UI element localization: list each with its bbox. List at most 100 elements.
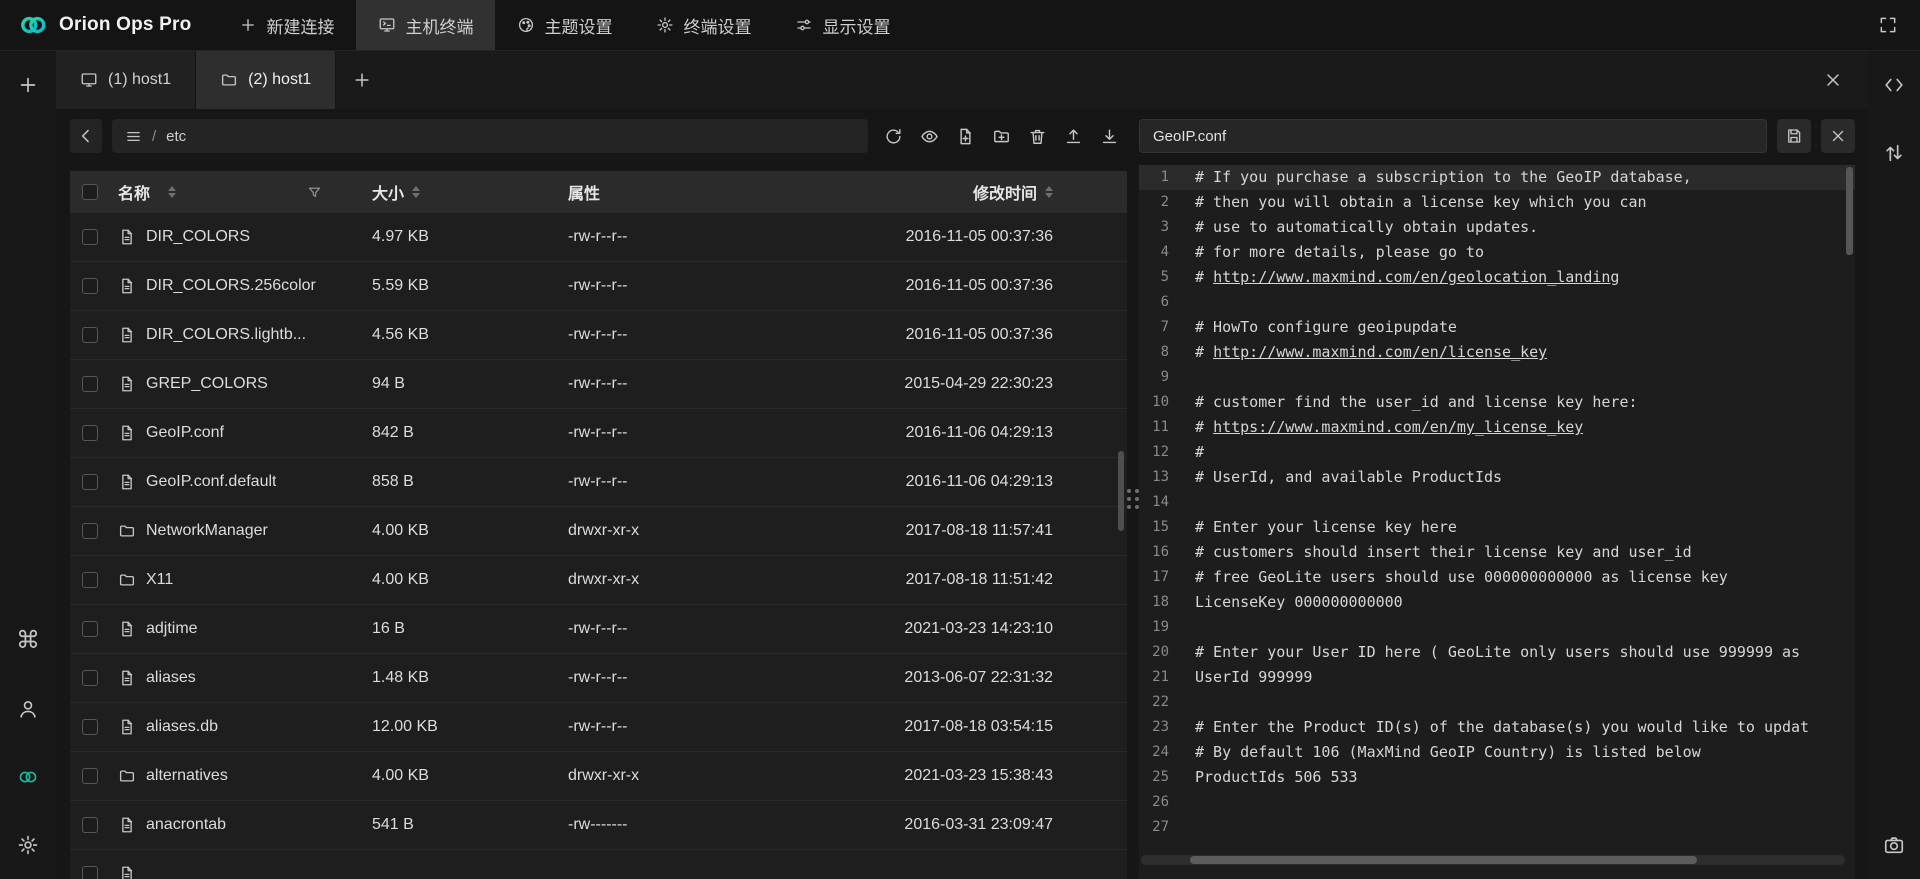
file-attributes: -rw-r--r-- — [552, 228, 858, 246]
delete-button[interactable] — [1028, 127, 1047, 146]
code-line: 11 # https://www.maxmind.com/en/my_licen… — [1139, 415, 1855, 440]
root-directory-icon — [125, 128, 142, 145]
line-number: 10 — [1139, 390, 1183, 415]
row-checkbox[interactable] — [82, 425, 98, 441]
code-line: 6 — [1139, 290, 1855, 315]
table-row[interactable]: alternatives 4.00 KB drwxr-xr-x 2021-03-… — [70, 752, 1127, 801]
new-tab-button[interactable] — [336, 51, 388, 109]
file-attributes: -rw-r--r-- — [552, 718, 858, 736]
file-size: 4.56 KB — [356, 326, 552, 344]
path-bar[interactable]: / etc — [112, 119, 868, 153]
file-name: anacrontab — [146, 816, 226, 834]
file-mtime: 2017-08-18 03:54:15 — [858, 718, 1127, 736]
table-row[interactable]: GeoIP.conf.default 858 B -rw-r--r-- 2016… — [70, 458, 1127, 507]
table-row[interactable]: aliases.db 12.00 KB -rw-r--r-- 2017-08-1… — [70, 703, 1127, 752]
panel-splitter[interactable] — [1127, 119, 1139, 879]
line-number: 13 — [1139, 465, 1183, 490]
table-row[interactable]: GREP_COLORS 94 B -rw-r--r-- 2015-04-29 2… — [70, 360, 1127, 409]
left-rail: ⌘ — [0, 51, 56, 879]
nav-item-4[interactable]: 显示设置 — [773, 0, 912, 50]
code-panel-button[interactable] — [1876, 67, 1912, 103]
editor-horizontal-scrollbar-thumb[interactable] — [1190, 856, 1697, 864]
file-icon — [118, 620, 136, 638]
code-line: 9 — [1139, 365, 1855, 390]
table-row[interactable]: adjtime 16 B -rw-r--r-- 2021-03-23 14:23… — [70, 605, 1127, 654]
upload-button[interactable] — [1064, 127, 1083, 146]
row-checkbox[interactable] — [82, 621, 98, 637]
save-button[interactable] — [1777, 119, 1811, 153]
table-row[interactable]: GeoIP.conf 842 B -rw-r--r-- 2016-11-06 0… — [70, 409, 1127, 458]
code-link[interactable]: http://www.maxmind.com/en/license_key — [1213, 343, 1547, 361]
nav-item-0[interactable]: 新建连接 — [217, 0, 356, 50]
row-checkbox[interactable] — [82, 572, 98, 588]
code-editor[interactable]: 1 # If you purchase a subscription to th… — [1139, 165, 1855, 879]
select-all-checkbox[interactable] — [82, 184, 98, 200]
swap-vertical-button[interactable] — [1876, 135, 1912, 171]
editor-close-button[interactable] — [1821, 119, 1855, 153]
rail-add-button[interactable] — [10, 67, 46, 103]
column-header-size[interactable]: 大小 — [356, 180, 552, 204]
fullscreen-button[interactable] — [1878, 15, 1898, 35]
filter-button[interactable] — [307, 185, 342, 200]
file-table-scrollbar-thumb[interactable] — [1118, 451, 1124, 531]
row-checkbox[interactable] — [82, 719, 98, 735]
main-area: ⌘ (1) host1 (2) host1 — [0, 51, 1920, 879]
code-link[interactable]: https://www.maxmind.com/en/my_license_ke… — [1213, 418, 1583, 436]
code-line: 16 # customers should insert their licen… — [1139, 540, 1855, 565]
nav-item-2[interactable]: 主题设置 — [495, 0, 634, 50]
refresh-button[interactable] — [884, 127, 903, 146]
editor-vertical-scrollbar-thumb[interactable] — [1846, 167, 1853, 255]
row-checkbox[interactable] — [82, 376, 98, 392]
table-row[interactable]: X11 4.00 KB drwxr-xr-x 2017-08-18 11:51:… — [70, 556, 1127, 605]
table-row[interactable]: DIR_COLORS.lightb... 4.56 KB -rw-r--r-- … — [70, 311, 1127, 360]
row-checkbox[interactable] — [82, 866, 98, 879]
line-number: 21 — [1139, 665, 1183, 690]
brand-mini-button[interactable] — [10, 759, 46, 795]
nav-item-3[interactable]: 终端设置 — [634, 0, 773, 50]
table-row[interactable]: DIR_COLORS.256color 5.59 KB -rw-r--r-- 2… — [70, 262, 1127, 311]
row-checkbox[interactable] — [82, 768, 98, 784]
editor-filename-input[interactable] — [1139, 119, 1767, 153]
row-checkbox[interactable] — [82, 670, 98, 686]
row-checkbox[interactable] — [82, 229, 98, 245]
new-file-button[interactable] — [956, 127, 975, 146]
table-row[interactable]: anacrontab 541 B -rw------- 2016-03-31 2… — [70, 801, 1127, 850]
line-number: 26 — [1139, 790, 1183, 815]
refresh-icon — [884, 127, 903, 146]
close-icon — [1823, 70, 1843, 90]
table-row[interactable]: DIR_COLORS 4.97 KB -rw-r--r-- 2016-11-05… — [70, 213, 1127, 262]
column-header-name[interactable]: 名称 — [110, 180, 356, 204]
tab-0[interactable]: (1) host1 — [56, 51, 196, 109]
file-icon — [118, 277, 136, 295]
user-button[interactable] — [10, 691, 46, 727]
tab-1[interactable]: (2) host1 — [196, 51, 336, 109]
table-row[interactable]: aliases 1.48 KB -rw-r--r-- 2013-06-07 22… — [70, 654, 1127, 703]
nav-item-1[interactable]: 主机终端 — [356, 0, 495, 50]
row-checkbox[interactable] — [82, 523, 98, 539]
file-manager-toolbar: / etc — [70, 119, 1127, 153]
back-button[interactable] — [70, 119, 102, 153]
show-hidden-button[interactable] — [920, 127, 939, 146]
code-line: 1 # If you purchase a subscription to th… — [1139, 165, 1855, 190]
file-icon — [118, 228, 136, 246]
command-button[interactable]: ⌘ — [10, 623, 46, 659]
new-folder-button[interactable] — [992, 127, 1011, 146]
line-number: 16 — [1139, 540, 1183, 565]
row-checkbox[interactable] — [82, 474, 98, 490]
row-checkbox[interactable] — [82, 817, 98, 833]
screenshot-button[interactable] — [1876, 827, 1912, 863]
table-row[interactable] — [70, 850, 1127, 879]
app-title: Orion Ops Pro — [59, 14, 191, 36]
row-checkbox[interactable] — [82, 278, 98, 294]
line-number: 5 — [1139, 265, 1183, 290]
file-name: GeoIP.conf — [146, 424, 224, 442]
close-panel-button[interactable] — [1823, 70, 1843, 90]
file-mtime: 2016-11-06 04:29:13 — [858, 424, 1127, 442]
column-header-mtime[interactable]: 修改时间 — [858, 180, 1127, 204]
download-button[interactable] — [1100, 127, 1119, 146]
code-link[interactable]: http://www.maxmind.com/en/geolocation_la… — [1213, 268, 1619, 286]
table-row[interactable]: NetworkManager 4.00 KB drwxr-xr-x 2017-0… — [70, 507, 1127, 556]
settings-button[interactable] — [10, 827, 46, 863]
file-size: 4.97 KB — [356, 228, 552, 246]
row-checkbox[interactable] — [82, 327, 98, 343]
